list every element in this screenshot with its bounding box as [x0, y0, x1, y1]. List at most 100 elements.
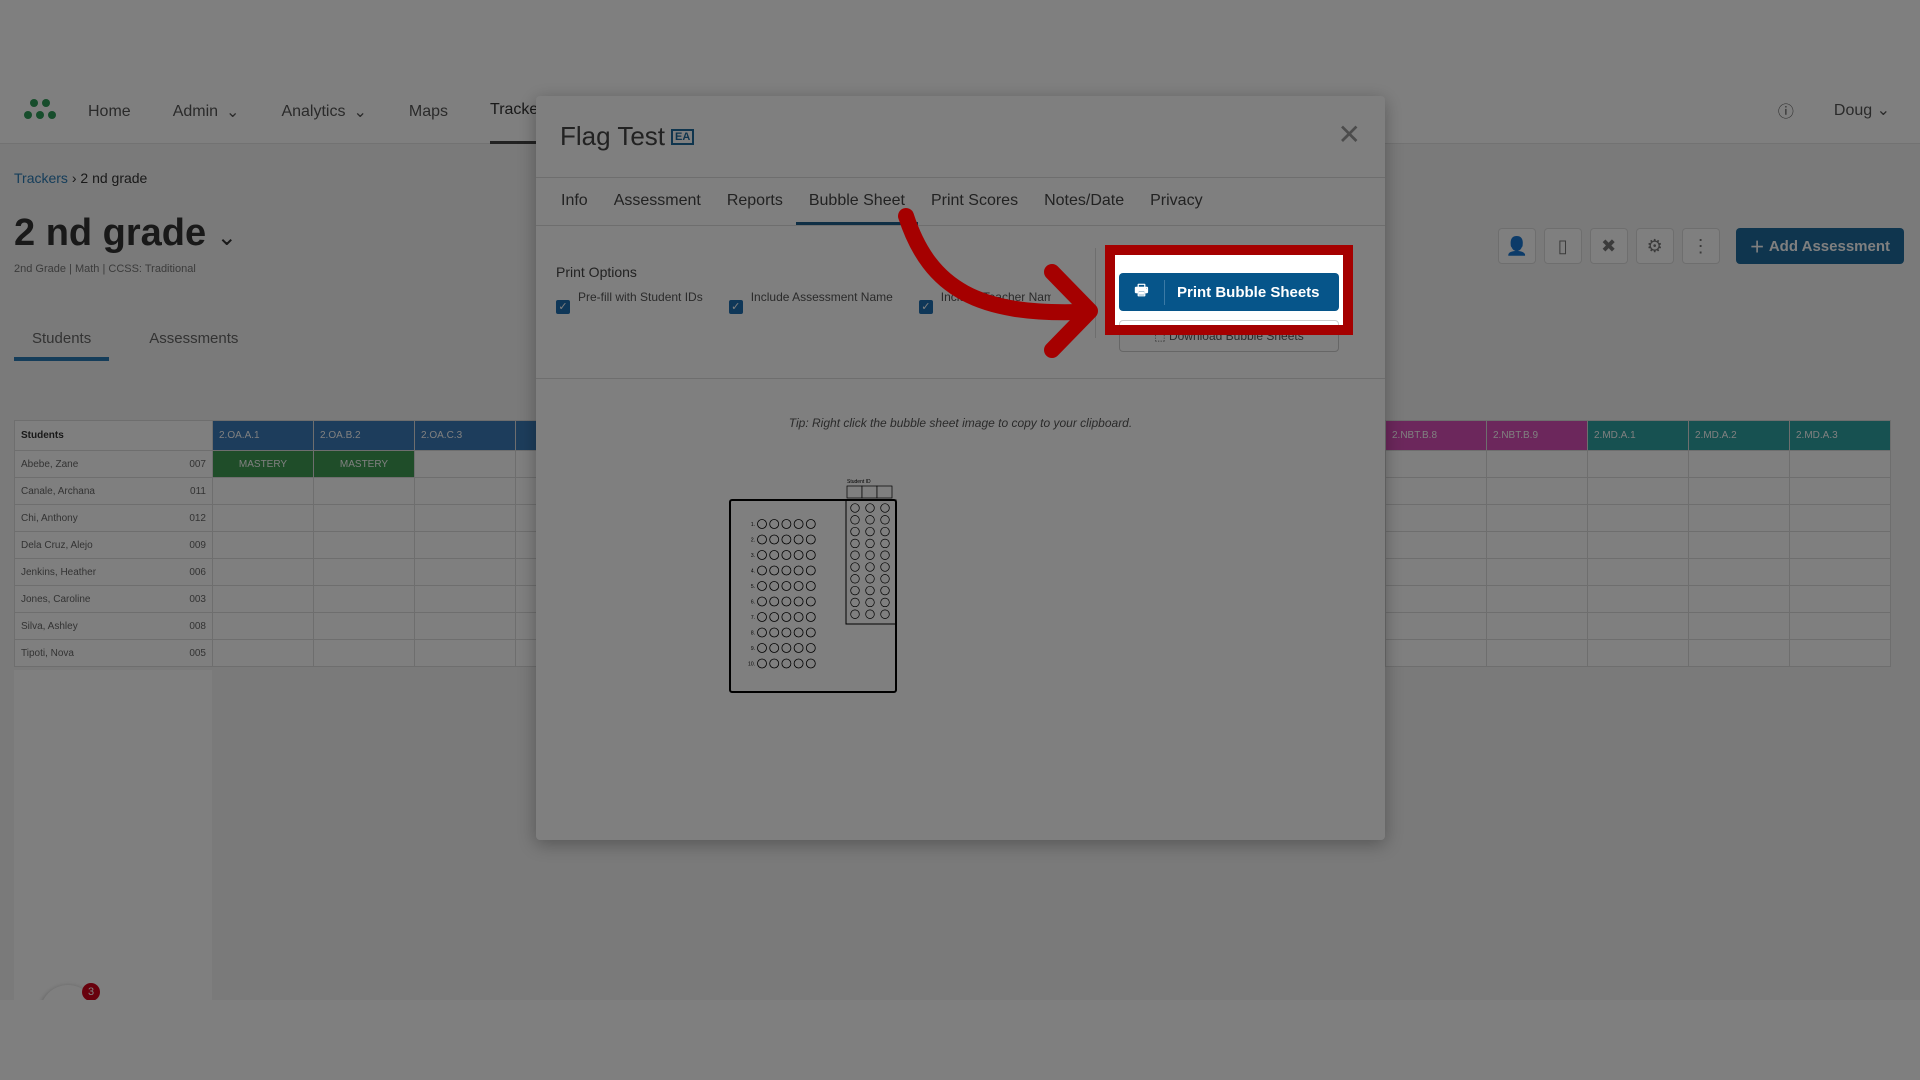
tab-assessment[interactable]: Assessment: [601, 178, 714, 225]
score-cell[interactable]: [1789, 585, 1891, 613]
student-name[interactable]: Tipoti, Nova 005: [14, 639, 213, 667]
tab-reports[interactable]: Reports: [714, 178, 796, 225]
score-cell[interactable]: [313, 477, 415, 505]
nav-admin[interactable]: Admin ⌄: [173, 80, 240, 144]
score-cell[interactable]: [414, 585, 516, 613]
column-header[interactable]: 2.MD.A.1: [1587, 420, 1689, 451]
score-cell[interactable]: [1486, 585, 1588, 613]
score-cell[interactable]: [212, 558, 314, 586]
tab-info[interactable]: Info: [548, 178, 601, 225]
score-cell[interactable]: [212, 477, 314, 505]
score-cell[interactable]: [414, 477, 516, 505]
checkbox-checked[interactable]: ✓: [918, 300, 933, 314]
score-cell[interactable]: [1587, 504, 1689, 532]
nav-analytics[interactable]: Analytics ⌄: [281, 80, 366, 144]
score-cell[interactable]: [212, 639, 314, 667]
download-bubble-sheets-button[interactable]: ⬚ Download Bubble Sheets: [1119, 320, 1339, 352]
print-option[interactable]: ✓ Include Teacher Name: [918, 290, 1051, 314]
column-header[interactable]: 2.NBT.B.8: [1385, 420, 1487, 451]
breadcrumb-trackers[interactable]: Trackers: [14, 170, 68, 186]
app-logo[interactable]: [24, 98, 60, 125]
tab-assessments[interactable]: Assessments: [149, 330, 238, 361]
score-cell[interactable]: [1385, 504, 1487, 532]
score-cell[interactable]: [1486, 531, 1588, 559]
score-cell[interactable]: [1789, 477, 1891, 505]
students-header[interactable]: Students: [14, 420, 213, 451]
score-cell[interactable]: [1789, 531, 1891, 559]
column-header[interactable]: 2.OA.B.2: [313, 420, 415, 451]
add-assessment-button[interactable]: ＋ Add Assessment: [1735, 228, 1904, 264]
print-option[interactable]: ✓ Pre-fill with Student IDs: [556, 290, 703, 314]
score-cell[interactable]: [1789, 450, 1891, 478]
bubble-sheet-preview[interactable]: Student ID 1. 2. 3. 4. 5. 6. 7. 8. 9. 10.: [729, 477, 899, 697]
score-cell[interactable]: [1587, 639, 1689, 667]
score-cell[interactable]: [1385, 531, 1487, 559]
column-header[interactable]: 2.OA.A.1: [212, 420, 314, 451]
score-cell[interactable]: [1385, 450, 1487, 478]
print-option[interactable]: ✓ Include Assessment Name: [728, 290, 893, 314]
score-cell[interactable]: [1789, 612, 1891, 640]
tab-privacy[interactable]: Privacy: [1137, 178, 1215, 225]
nav-maps[interactable]: Maps: [409, 80, 448, 144]
column-header[interactable]: 2.MD.A.2: [1688, 420, 1790, 451]
score-cell[interactable]: [1587, 558, 1689, 586]
tab-print-scores[interactable]: Print Scores: [918, 178, 1031, 225]
score-cell[interactable]: [1789, 558, 1891, 586]
checkbox-checked[interactable]: ✓: [728, 300, 743, 314]
score-cell[interactable]: [313, 585, 415, 613]
student-name[interactable]: Silva, Ashley 008: [14, 612, 213, 640]
score-cell[interactable]: [1385, 585, 1487, 613]
score-cell[interactable]: [414, 612, 516, 640]
score-cell[interactable]: [1385, 477, 1487, 505]
score-cell[interactable]: [212, 531, 314, 559]
column-header[interactable]: 2.MD.A.3: [1789, 420, 1891, 451]
score-cell[interactable]: [313, 504, 415, 532]
score-cell[interactable]: [313, 531, 415, 559]
score-cell[interactable]: [1688, 450, 1790, 478]
tools-icon[interactable]: ✖: [1589, 228, 1628, 264]
score-cell[interactable]: [1385, 612, 1487, 640]
print-bubble-sheets-button[interactable]: 🖶 Print Bubble Sheets: [1119, 273, 1339, 311]
panel-icon[interactable]: ▯: [1543, 228, 1582, 264]
score-cell[interactable]: [313, 612, 415, 640]
score-cell[interactable]: [1587, 612, 1689, 640]
more-icon[interactable]: ⋮: [1681, 228, 1720, 264]
tab-bubble-sheet[interactable]: Bubble Sheet: [795, 178, 918, 225]
tab-notes-date[interactable]: Notes/Date: [1031, 178, 1137, 225]
student-name[interactable]: Abebe, Zane 007: [14, 450, 213, 478]
score-cell[interactable]: MASTERY: [212, 450, 314, 478]
score-cell[interactable]: [1385, 558, 1487, 586]
user-icon[interactable]: 👤: [1497, 228, 1536, 264]
score-cell[interactable]: [1486, 612, 1588, 640]
score-cell[interactable]: [1688, 531, 1790, 559]
student-name[interactable]: Jenkins, Heather 006: [14, 558, 213, 586]
score-cell[interactable]: [1688, 585, 1790, 613]
score-cell[interactable]: [1587, 450, 1689, 478]
score-cell[interactable]: [212, 504, 314, 532]
score-cell[interactable]: [1688, 477, 1790, 505]
user-menu[interactable]: Doug ⌄: [1834, 100, 1890, 120]
score-cell[interactable]: [1486, 477, 1588, 505]
score-cell[interactable]: [212, 585, 314, 613]
score-cell[interactable]: [414, 504, 516, 532]
score-cell[interactable]: [313, 639, 415, 667]
column-header[interactable]: 2.NBT.B.9: [1486, 420, 1588, 451]
score-cell[interactable]: [414, 450, 516, 478]
score-cell[interactable]: [212, 612, 314, 640]
score-cell[interactable]: [1486, 558, 1588, 586]
column-header[interactable]: 2.OA.C.3: [414, 420, 516, 451]
score-cell[interactable]: [1789, 639, 1891, 667]
score-cell[interactable]: [313, 558, 415, 586]
score-cell[interactable]: [1688, 639, 1790, 667]
score-cell[interactable]: [414, 639, 516, 667]
score-cell[interactable]: [1688, 558, 1790, 586]
score-cell[interactable]: [1688, 612, 1790, 640]
score-cell[interactable]: [414, 558, 516, 586]
student-name[interactable]: Chi, Anthony 012: [14, 504, 213, 532]
score-cell[interactable]: [1486, 504, 1588, 532]
score-cell[interactable]: [1688, 504, 1790, 532]
student-name[interactable]: Jones, Caroline 003: [14, 585, 213, 613]
score-cell[interactable]: [1587, 477, 1689, 505]
score-cell[interactable]: [414, 531, 516, 559]
close-icon[interactable]: ✕: [1338, 118, 1361, 151]
